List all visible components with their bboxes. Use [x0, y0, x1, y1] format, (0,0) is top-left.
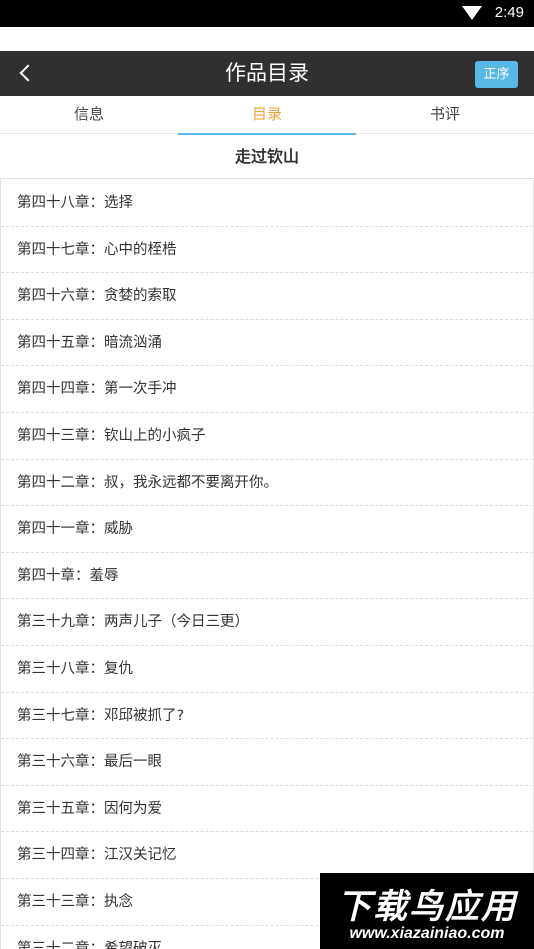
watermark-text: 下载鸟应用: [337, 887, 517, 927]
chevron-left-icon: [19, 64, 37, 82]
tab-catalog[interactable]: 目录: [178, 96, 356, 135]
chapter-item[interactable]: 第三十五章：因何为爱: [1, 786, 533, 833]
chapter-item[interactable]: 第四十四章：第一次手冲: [1, 366, 533, 413]
book-title: 走过钦山: [0, 135, 534, 179]
chapter-item[interactable]: 第四十二章：叔，我永远都不要离开你。: [1, 460, 533, 507]
chapter-item[interactable]: 第四十三章：钦山上的小疯子: [1, 413, 533, 460]
chapter-item[interactable]: 第四十五章：暗流汹涌: [1, 320, 533, 367]
back-button[interactable]: [12, 58, 42, 88]
watermark-url: www.xiazainiao.com: [349, 925, 505, 942]
chapter-item[interactable]: 第三十八章：复仇: [1, 646, 533, 693]
sort-order-button[interactable]: 正序: [475, 61, 518, 88]
chapter-item[interactable]: 第三十六章：最后一眼: [1, 739, 533, 786]
title-bar: 作品目录 正序: [0, 51, 534, 96]
chapter-item[interactable]: 第四十六章：贪婪的索取: [1, 273, 533, 320]
status-time: 2:49: [494, 4, 524, 21]
page-title: 作品目录: [225, 61, 309, 85]
watermark-logo: 下载鸟应用 www.xiazainiao.com: [320, 873, 534, 949]
tab-bar: 信息 目录 书评: [0, 96, 534, 135]
chapter-item[interactable]: 第四十七章：心中的桎梏: [1, 227, 533, 274]
chapter-item[interactable]: 第四十章：羞辱: [1, 553, 533, 600]
chapter-item[interactable]: 第三十九章：两声儿子（今日三更）: [1, 599, 533, 646]
chapter-item[interactable]: 第四十一章：威胁: [1, 506, 533, 553]
chapter-item[interactable]: 第四十八章：选择: [1, 180, 533, 227]
tab-info[interactable]: 信息: [0, 96, 178, 134]
chapter-item[interactable]: 第三十四章：江汉关记忆: [1, 832, 533, 879]
tab-reviews[interactable]: 书评: [356, 96, 534, 134]
wifi-icon: [462, 6, 482, 20]
chapter-list: 第四十八章：选择 第四十七章：心中的桎梏 第四十六章：贪婪的索取 第四十五章：暗…: [0, 180, 534, 949]
spacer: [0, 27, 534, 51]
chapter-item[interactable]: 第三十七章：邓邱被抓了?: [1, 693, 533, 740]
status-bar: 2:49: [0, 0, 534, 27]
